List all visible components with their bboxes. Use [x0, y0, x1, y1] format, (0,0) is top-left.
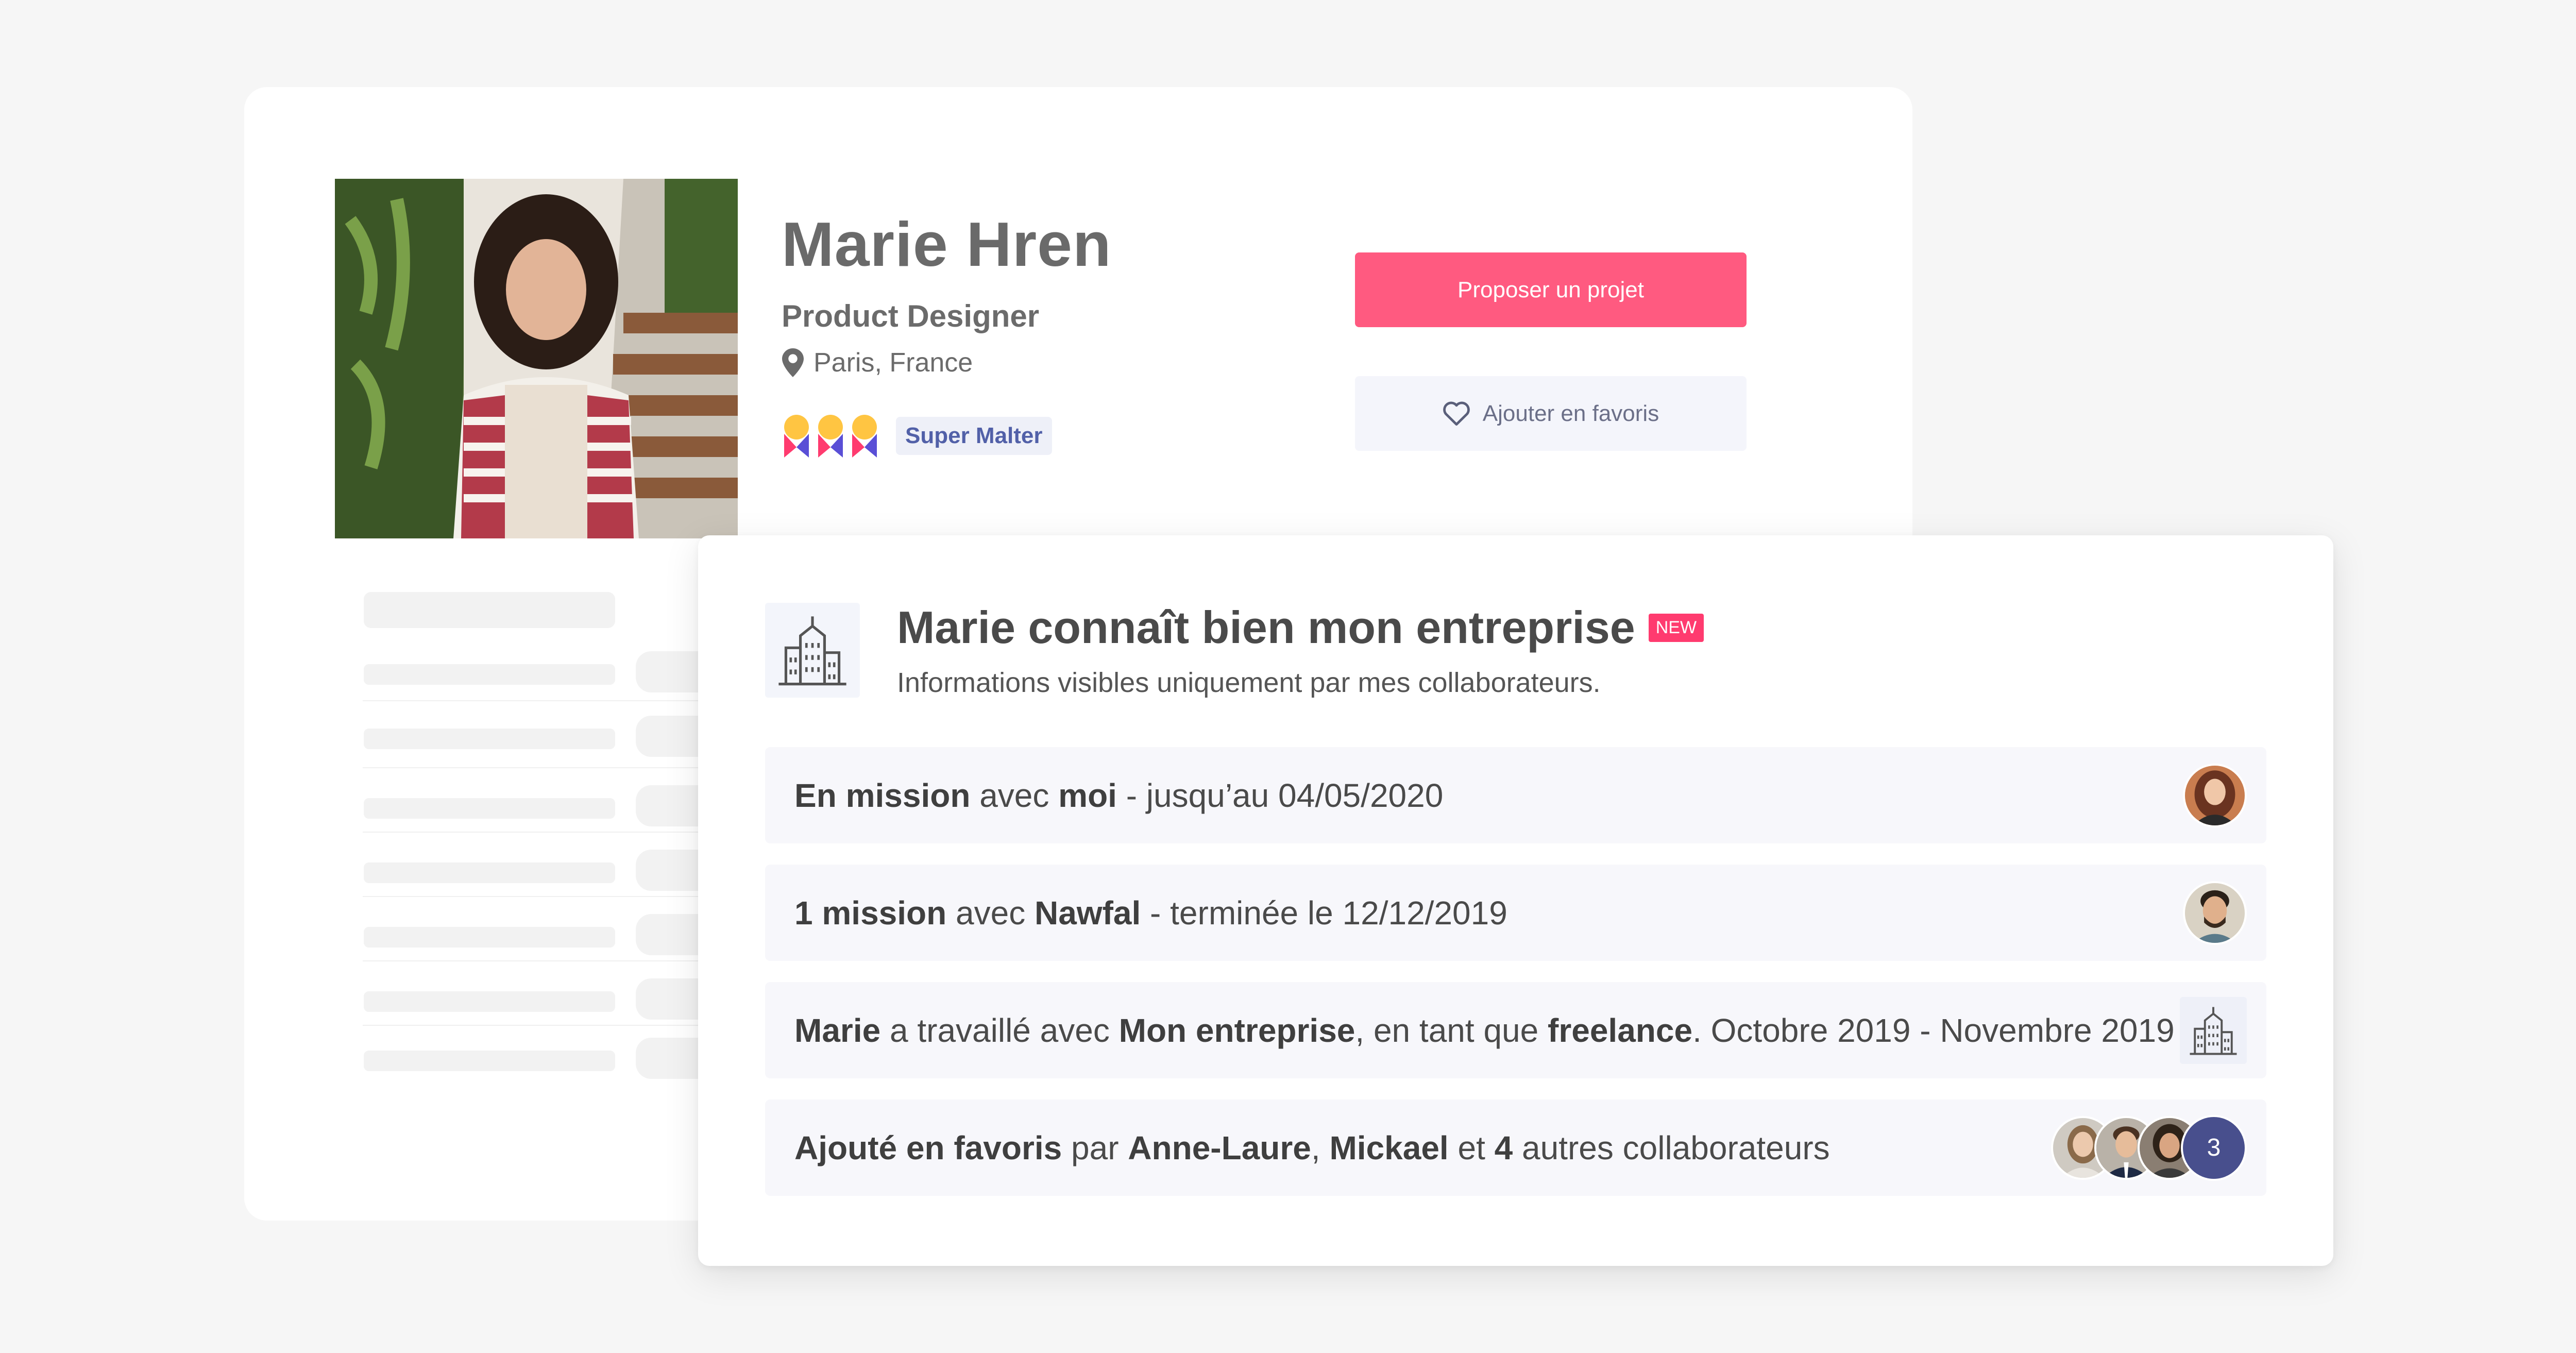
malt-badge-icon	[818, 415, 843, 458]
malt-badge-icon	[784, 415, 809, 458]
add-favorite-label: Ajouter en favoris	[1482, 400, 1659, 426]
row-text-plain: autres collaborateurs	[1513, 1129, 1830, 1166]
location-pin-icon	[782, 348, 804, 377]
add-favorite-button[interactable]: Ajouter en favoris	[1355, 376, 1747, 451]
profile-name: Marie Hren	[782, 209, 1112, 279]
row-text: 1 mission avec Nawfal - terminée le 12/1…	[794, 894, 1507, 932]
row-text-plain: et	[1448, 1129, 1495, 1166]
row-text-bold: Ajouté en favoris	[794, 1129, 1062, 1166]
skeleton-line	[364, 1051, 615, 1071]
row-text-plain: . Octobre 2019 - Novembre 2019	[1692, 1011, 2175, 1049]
favorites-row[interactable]: Ajouté en favoris par Anne-Laure, Mickae…	[765, 1100, 2266, 1196]
panel-title: Marie connaît bien mon entreprise	[897, 602, 1635, 653]
company-work-row[interactable]: Marie a travaillé avec Mon entreprise, e…	[765, 982, 2266, 1078]
company-building-icon	[2190, 1007, 2237, 1055]
heart-icon	[1443, 401, 1470, 426]
row-text-plain: a travaillé avec	[880, 1011, 1119, 1049]
row-text: Ajouté en favoris par Anne-Laure, Mickae…	[794, 1129, 1830, 1167]
panel-header: Marie connaît bien mon entreprise NEW	[897, 601, 1704, 654]
mission-row-current[interactable]: En mission avec moi - jusqu’au 04/05/202…	[765, 747, 2266, 843]
row-text: En mission avec moi - jusqu’au 04/05/202…	[794, 776, 1443, 815]
row-text-bold: Nawfal	[1034, 894, 1141, 932]
profile-role: Product Designer	[782, 299, 1040, 333]
panel-subtitle: Informations visibles uniquement par mes…	[897, 667, 1601, 698]
new-tag: NEW	[1648, 613, 1704, 642]
avatar-stack: 3	[2051, 1114, 2247, 1181]
row-avatar-wrap	[2180, 996, 2247, 1064]
super-malter-badge: Super Malter	[896, 417, 1052, 455]
location-text: Paris, France	[814, 348, 973, 378]
company-knowledge-panel: Marie connaît bien mon entreprise NEW In…	[698, 535, 2333, 1266]
skeleton-line	[364, 729, 615, 749]
more-collaborators-badge[interactable]: 3	[2181, 1114, 2247, 1181]
company-building-icon	[778, 616, 846, 686]
profile-location: Paris, France	[782, 347, 973, 378]
malt-badge-icon	[852, 415, 877, 458]
row-text-plain: avec	[946, 894, 1035, 932]
row-text-plain: , en tant que	[1355, 1011, 1548, 1049]
skeleton-line	[364, 664, 615, 685]
row-text-bold: Mickael	[1329, 1129, 1449, 1166]
row-text-bold: 1 mission	[794, 894, 947, 932]
company-icon-tile	[2180, 996, 2247, 1064]
row-text: Marie a travaillé avec Mon entreprise, e…	[794, 1011, 2175, 1050]
stage: Marie Hren Product Designer Paris, Franc…	[0, 0, 2576, 1353]
row-text-plain: - jusqu’au 04/05/2020	[1116, 776, 1444, 814]
avatar	[2183, 763, 2247, 827]
row-text-plain: - terminée le 12/12/2019	[1141, 894, 1507, 932]
skeleton-line	[364, 862, 615, 883]
skeleton-line	[364, 927, 615, 948]
row-avatar-wrap	[2183, 763, 2247, 827]
row-text-bold: En mission	[794, 776, 971, 814]
avatar	[2183, 881, 2247, 945]
profile-badges: Super Malter	[782, 414, 1052, 458]
profile-photo	[335, 179, 738, 538]
propose-project-button[interactable]: Proposer un projet	[1355, 252, 1747, 327]
row-avatar-wrap	[2183, 881, 2247, 945]
skeleton-heading	[364, 592, 615, 628]
row-text-bold: Marie	[794, 1011, 881, 1049]
row-text-plain: ,	[1311, 1129, 1330, 1166]
row-text-plain: avec	[970, 776, 1059, 814]
row-text-bold: 4	[1494, 1129, 1513, 1166]
company-icon-tile	[765, 603, 860, 698]
row-text-bold: Anne-Laure	[1128, 1129, 1311, 1166]
skeleton-line	[364, 991, 615, 1012]
row-text-bold: moi	[1058, 776, 1117, 814]
skeleton-line	[364, 798, 615, 819]
mission-row-past[interactable]: 1 mission avec Nawfal - terminée le 12/1…	[765, 865, 2266, 961]
row-text-plain: par	[1062, 1129, 1128, 1166]
row-text-bold: Mon entreprise	[1118, 1011, 1355, 1049]
row-text-bold: freelance	[1548, 1011, 1693, 1049]
